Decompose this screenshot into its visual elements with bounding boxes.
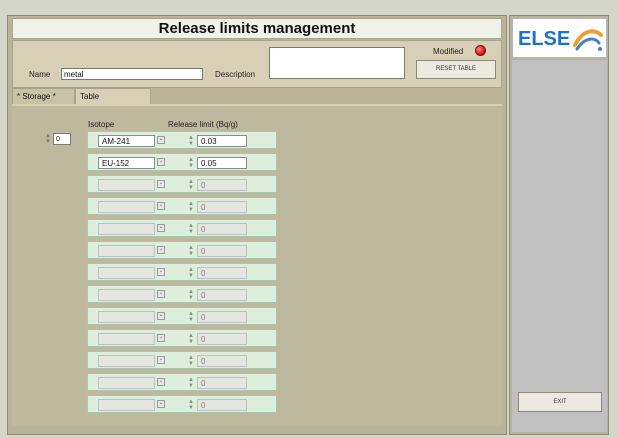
limit-cell[interactable]: 0 (197, 201, 247, 213)
isotope-cell[interactable]: AM-241 (98, 135, 155, 147)
isotope-cell[interactable] (98, 179, 155, 191)
limit-spinner-icon[interactable]: ▲ ▼ (187, 377, 195, 389)
limit-cell[interactable]: 0 (197, 355, 247, 367)
limit-cell[interactable]: 0 (197, 245, 247, 257)
limit-spinner-icon[interactable]: ▲ ▼ (187, 355, 195, 367)
index-field[interactable]: 0 (53, 133, 71, 145)
table-row: ▪ ▲ ▼ 0 (87, 307, 277, 325)
limit-spinner-icon[interactable]: ▲ ▼ (187, 289, 195, 301)
name-field[interactable]: metal (61, 68, 203, 80)
isotope-dropdown-icon[interactable]: ▪ (157, 224, 165, 232)
limit-cell[interactable]: 0.05 (197, 157, 247, 169)
limit-spinner-icon[interactable]: ▲ ▼ (187, 223, 195, 235)
table-row: ▪ ▲ ▼ 0 (87, 329, 277, 347)
exit-button[interactable]: EXIT (518, 392, 602, 412)
header-panel: Name metal Description Modified RESET TA… (12, 40, 502, 88)
isotope-dropdown-icon[interactable]: ▪ (157, 158, 165, 166)
logo-text: ELSE (518, 28, 571, 50)
description-label: Description (215, 70, 256, 79)
limit-cell[interactable]: 0 (197, 179, 247, 191)
table-row: ▪ ▲ ▼ 0 (87, 197, 277, 215)
index-spinner-icon[interactable]: ▲ ▼ (44, 133, 52, 145)
name-label: Name (29, 70, 51, 79)
isotope-dropdown-icon[interactable]: ▪ (157, 378, 165, 386)
limit-spinner-icon[interactable]: ▲ ▼ (187, 157, 195, 169)
limit-cell[interactable]: 0 (197, 289, 247, 301)
limit-spinner-icon[interactable]: ▲ ▼ (187, 333, 195, 345)
table-row: EU-152 ▪ ▲ ▼ 0.05 (87, 153, 277, 171)
index-control[interactable]: ▲ ▼ 0 (44, 133, 72, 145)
limit-column-header: Release limit (Bq/g) (168, 120, 238, 129)
limit-spinner-icon[interactable]: ▲ ▼ (187, 311, 195, 323)
isotope-dropdown-icon[interactable]: ▪ (157, 202, 165, 210)
limit-spinner-icon[interactable]: ▲ ▼ (187, 201, 195, 213)
isotope-cell[interactable] (98, 201, 155, 213)
isotope-cell[interactable] (98, 311, 155, 323)
isotope-cell[interactable] (98, 399, 155, 411)
limit-cell[interactable]: 0.03 (197, 135, 247, 147)
table-row: ▪ ▲ ▼ 0 (87, 175, 277, 193)
isotope-dropdown-icon[interactable]: ▪ (157, 334, 165, 342)
table-row: ▪ ▲ ▼ 0 (87, 351, 277, 369)
limit-cell[interactable]: 0 (197, 267, 247, 279)
limit-spinner-icon[interactable]: ▲ ▼ (187, 267, 195, 279)
limit-cell[interactable]: 0 (197, 333, 247, 345)
limit-spinner-icon[interactable]: ▲ ▼ (187, 245, 195, 257)
limit-cell[interactable]: 0 (197, 223, 247, 235)
table-row: ▪ ▲ ▼ 0 (87, 395, 277, 413)
isotope-dropdown-icon[interactable]: ▪ (157, 400, 165, 408)
isotope-cell[interactable] (98, 355, 155, 367)
limit-spinner-icon[interactable]: ▲ ▼ (187, 179, 195, 191)
isotope-dropdown-icon[interactable]: ▪ (157, 136, 165, 144)
isotope-column-header: Isotope (88, 120, 115, 129)
isotope-dropdown-icon[interactable]: ▪ (157, 312, 165, 320)
table-row: AM-241 ▪ ▲ ▼ 0.03 (87, 131, 277, 149)
isotope-cell[interactable] (98, 223, 155, 235)
table-row: ▪ ▲ ▼ 0 (87, 373, 277, 391)
table-row: ▪ ▲ ▼ 0 (87, 263, 277, 281)
isotope-cell[interactable] (98, 333, 155, 345)
isotope-cell[interactable] (98, 245, 155, 257)
table-row: ▪ ▲ ▼ 0 (87, 241, 277, 259)
isotope-dropdown-icon[interactable]: ▪ (157, 180, 165, 188)
limit-cell[interactable]: 0 (197, 377, 247, 389)
isotope-cell[interactable] (98, 267, 155, 279)
isotope-cell[interactable] (98, 289, 155, 301)
logo-swirl-icon (573, 29, 603, 51)
modified-indicator (475, 45, 486, 56)
description-field[interactable] (269, 47, 405, 79)
limit-spinner-icon[interactable]: ▲ ▼ (187, 135, 195, 147)
limit-cell[interactable]: 0 (197, 311, 247, 323)
isotope-cell[interactable] (98, 377, 155, 389)
isotope-cell[interactable]: EU-152 (98, 157, 155, 169)
isotope-dropdown-icon[interactable]: ▪ (157, 246, 165, 254)
isotope-dropdown-icon[interactable]: ▪ (157, 290, 165, 298)
isotope-dropdown-icon[interactable]: ▪ (157, 356, 165, 364)
table-panel: Isotope Release limit (Bq/g) ▲ ▼ 0 AM-241… (12, 106, 502, 426)
side-content-area (512, 60, 607, 432)
tab-bar: * Storage * Table (12, 88, 502, 104)
window-title: Release limits management (12, 18, 502, 39)
limit-spinner-icon[interactable]: ▲ ▼ (187, 399, 195, 411)
isotope-dropdown-icon[interactable]: ▪ (157, 268, 165, 276)
reset-table-button[interactable]: RESET TABLE (416, 60, 496, 79)
tab-table[interactable]: Table (75, 88, 151, 104)
limit-cell[interactable]: 0 (197, 399, 247, 411)
tab-storage[interactable]: * Storage * (12, 88, 75, 104)
table-row: ▪ ▲ ▼ 0 (87, 285, 277, 303)
table-row: ▪ ▲ ▼ 0 (87, 219, 277, 237)
modified-label: Modified (433, 47, 464, 56)
logo-box: ELSE (512, 18, 607, 58)
